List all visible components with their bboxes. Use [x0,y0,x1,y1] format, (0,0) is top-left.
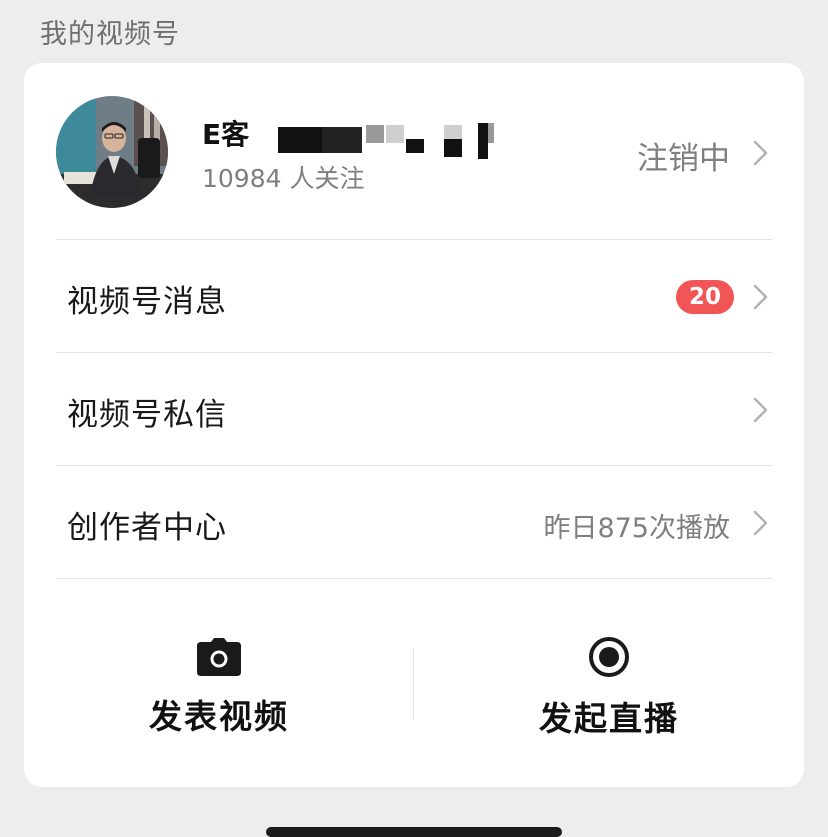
chevron-right-icon [753,397,768,423]
profile-row[interactable]: E客 10984 人关注 注销中 [24,63,804,239]
redaction-mask [274,123,504,159]
row-label: 视频号私信 [67,397,227,433]
account-status: 注销中 [637,141,730,177]
chevron-right-icon [753,510,768,536]
avatar [56,96,168,208]
row-label: 创作者中心 [67,510,227,546]
channels-card: E客 10984 人关注 注销中 视频号消息 20 视频号私信 创作者中心 昨日… [24,63,804,787]
home-indicator [266,827,562,837]
post-video-button[interactable]: 发表视频 [24,638,414,768]
play-count-text: 昨日875次播放 [543,513,730,544]
camera-icon [197,638,241,676]
row-channel-direct-messages[interactable]: 视频号私信 [24,353,804,465]
start-live-button[interactable]: 发起直播 [414,637,804,768]
chevron-right-icon [753,284,768,310]
action-label: 发起直播 [539,699,679,738]
live-record-icon [589,637,629,677]
row-channel-messages[interactable]: 视频号消息 20 [24,240,804,352]
section-title: 我的视频号 [40,19,180,50]
unread-badge: 20 [676,280,734,314]
row-label: 视频号消息 [67,284,227,320]
profile-name: E客 [202,118,250,151]
action-label: 发表视频 [149,697,289,736]
follower-count: 10984 人关注 [202,164,365,193]
chevron-right-icon [753,140,768,166]
row-creator-center[interactable]: 创作者中心 昨日875次播放 [24,466,804,578]
divider [56,578,772,579]
